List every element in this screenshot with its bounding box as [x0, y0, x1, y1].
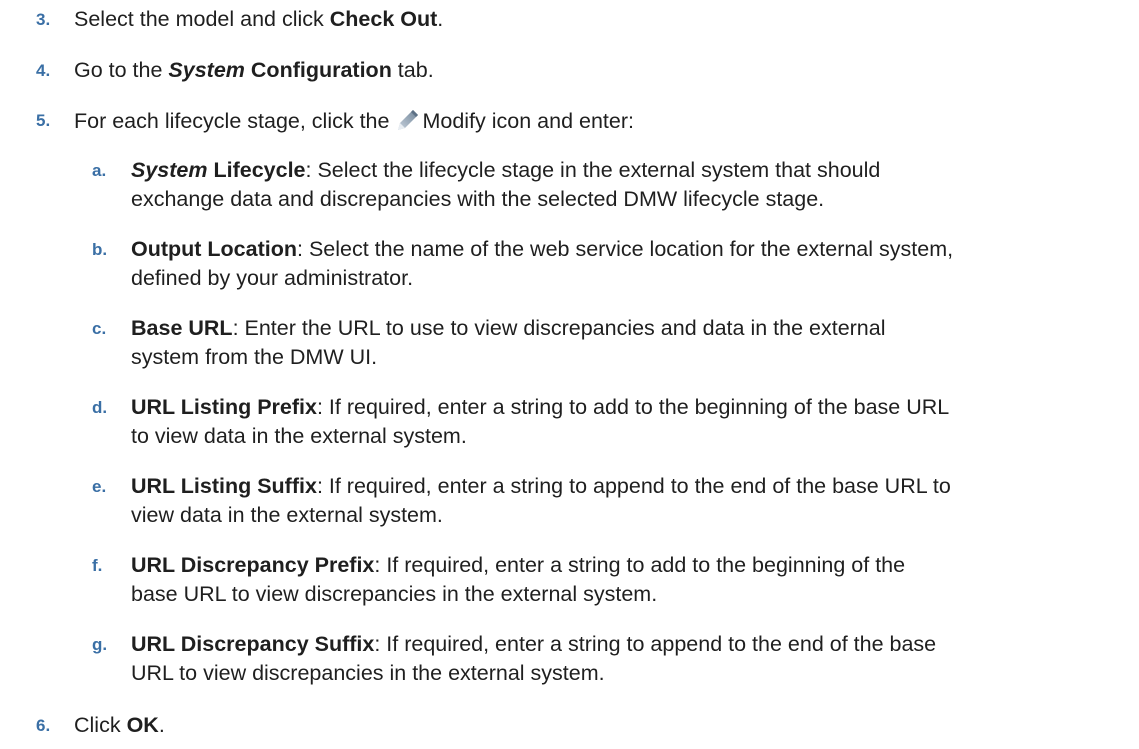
- substep-line1: : If required, enter a string to append …: [316, 474, 951, 498]
- substep-letter: a.: [92, 161, 107, 180]
- substep-text: URL Discrepancy Prefix: If required, ent…: [131, 551, 1121, 609]
- url-listing-suffix-label: URL Listing Suffix: [131, 474, 317, 498]
- step-number: 3.: [36, 10, 51, 29]
- step-text: Click OK.: [74, 712, 1124, 739]
- lifecycle-label: Lifecycle: [213, 158, 306, 182]
- substep-line1: : If required, enter a string to add to …: [374, 553, 906, 577]
- substep-letter: d.: [92, 398, 108, 417]
- check-out-label: Check Out: [329, 7, 438, 31]
- substep-line2: defined by your administrator.: [131, 266, 414, 290]
- step-text-after: Modify icon and enter:: [422, 109, 634, 133]
- url-discrepancy-suffix-label: URL Discrepancy Suffix: [131, 632, 375, 656]
- substep-line1: : Enter the URL to use to view discrepan…: [232, 316, 886, 340]
- ok-label: OK: [126, 713, 159, 737]
- substep-line2: exchange data and discrepancies with the…: [131, 187, 825, 211]
- output-location-label: Output Location: [131, 237, 297, 261]
- step-number: 6.: [36, 716, 51, 735]
- step-number: 5.: [36, 111, 51, 130]
- url-discrepancy-prefix-label: URL Discrepancy Prefix: [131, 553, 375, 577]
- substep-letter: g.: [92, 635, 108, 654]
- substep-line1: : If required, enter a string to add to …: [316, 395, 950, 419]
- system-label: System: [131, 158, 208, 182]
- substep-line2: system from the DMW UI.: [131, 345, 378, 369]
- substep-text: System Lifecycle: Select the lifecycle s…: [131, 156, 1121, 214]
- substep-text: URL Listing Prefix: If required, enter a…: [131, 393, 1121, 451]
- step-text: Select the model and click Check Out.: [74, 6, 1124, 33]
- substep-text: URL Listing Suffix: If required, enter a…: [131, 472, 1121, 530]
- step-text-before: Click: [74, 713, 127, 737]
- substep-letter: c.: [92, 319, 107, 338]
- substep-line1: : Select the lifecycle stage in the exte…: [305, 158, 881, 182]
- substep-letter: b.: [92, 240, 108, 259]
- substep-line1: : Select the name of the web service loc…: [297, 237, 954, 261]
- substep-line2: base URL to view discrepancies in the ex…: [131, 582, 658, 606]
- step-text-before: For each lifecycle stage, click the: [74, 109, 396, 133]
- step-text-after: .: [437, 7, 444, 31]
- step-text: Go to the System Configuration tab.: [74, 57, 1124, 84]
- url-listing-prefix-label: URL Listing Prefix: [131, 395, 317, 419]
- substep-letter: f.: [92, 556, 103, 575]
- substep-text: Output Location: Select the name of the …: [131, 235, 1121, 293]
- substep-text: Base URL: Enter the URL to use to view d…: [131, 314, 1121, 372]
- step-text-after: tab.: [391, 58, 434, 82]
- step-text-before: Select the model and click: [74, 7, 330, 31]
- substep-text: URL Discrepancy Suffix: If required, ent…: [131, 630, 1121, 688]
- configuration-label: Configuration: [250, 58, 392, 82]
- system-label: System: [168, 58, 245, 82]
- base-url-label: Base URL: [131, 316, 233, 340]
- pencil-icon: [395, 107, 421, 133]
- substep-line2: to view data in the external system.: [131, 424, 467, 448]
- substep-line2: URL to view discrepancies in the externa…: [131, 661, 605, 685]
- step-text-before: Go to the: [74, 58, 169, 82]
- step-text-after: .: [158, 713, 165, 737]
- substep-line2: view data in the external system.: [131, 503, 443, 527]
- substep-line1: : If required, enter a string to append …: [374, 632, 937, 656]
- substep-letter: e.: [92, 477, 107, 496]
- step-text: For each lifecycle stage, click the Modi…: [74, 107, 1124, 135]
- step-number: 4.: [36, 61, 51, 80]
